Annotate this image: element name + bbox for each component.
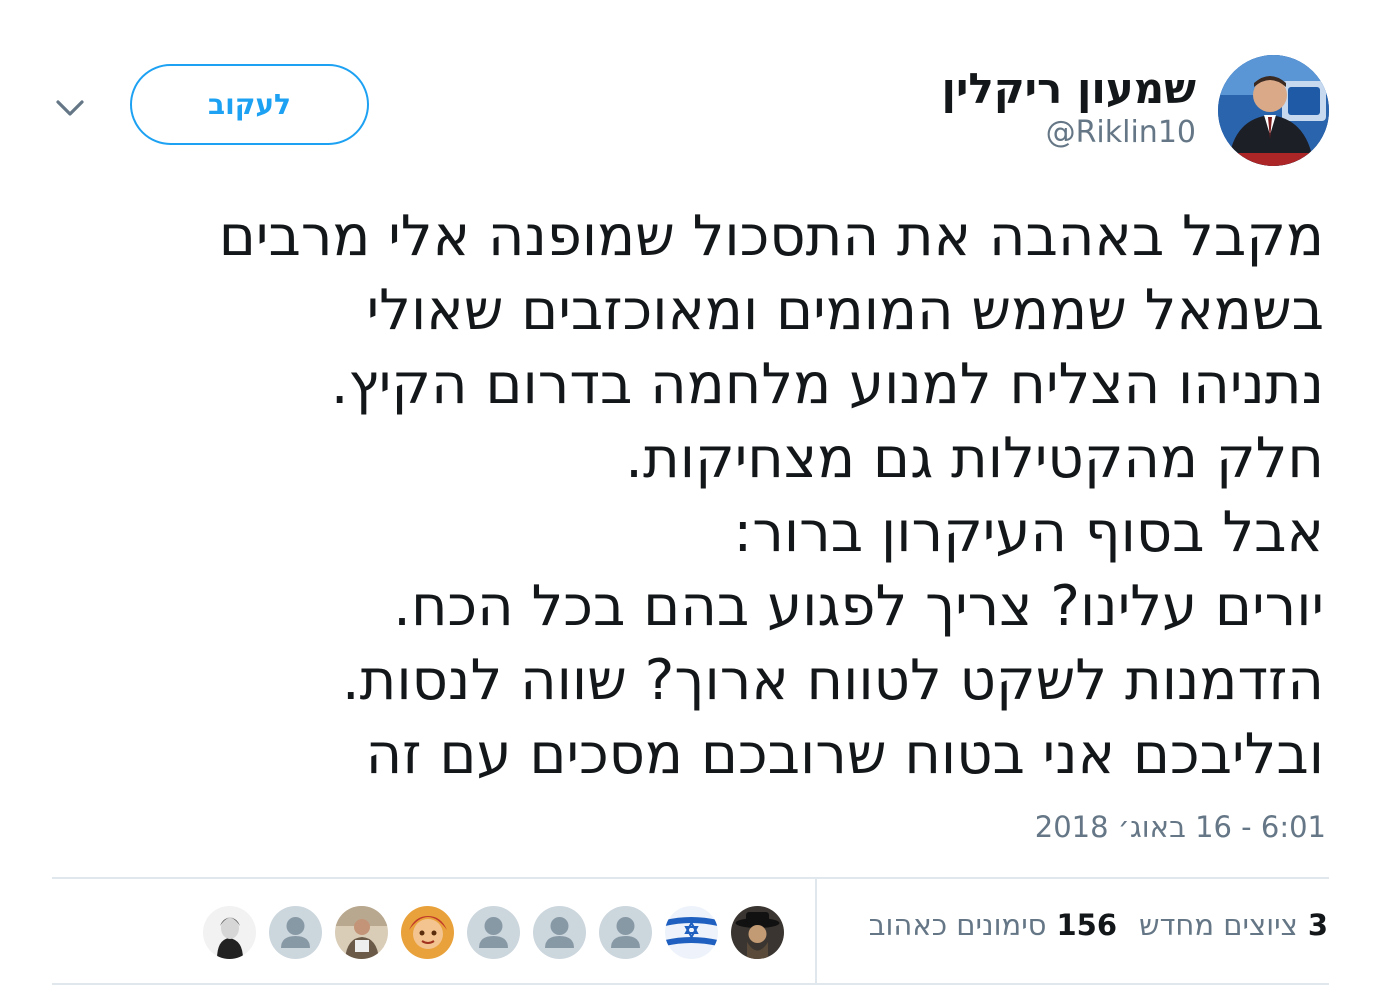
default-avatar-icon <box>533 906 586 959</box>
liker-avatar[interactable] <box>203 906 256 959</box>
liker-avatar[interactable] <box>269 906 322 959</box>
likes-stat[interactable]: 156 סימונים כאהוב <box>869 908 1117 942</box>
liker-avatar[interactable] <box>533 906 586 959</box>
retweets-stat[interactable]: 3 ציוצים מחדש <box>1139 908 1328 942</box>
user-handle[interactable]: @Riklin10 <box>1046 115 1196 150</box>
tweet-line: הזדמנות לשקט לטווח ארוך? שווה לנסות. <box>341 648 1324 713</box>
person-photo <box>335 906 388 959</box>
tweet-line: אבל בסוף העיקרון ברור: <box>733 500 1324 565</box>
default-avatar-icon <box>467 906 520 959</box>
liker-avatars <box>203 906 784 960</box>
liker-avatar[interactable] <box>731 906 784 959</box>
liker-avatar[interactable] <box>665 906 718 959</box>
stats-separator <box>815 879 817 983</box>
default-avatar-icon <box>599 906 652 959</box>
profile-avatar[interactable] <box>1218 55 1329 166</box>
display-name[interactable]: שמעון ריקלין <box>942 64 1196 113</box>
default-avatar-icon <box>269 906 322 959</box>
profile-photo <box>1218 55 1329 166</box>
likes-label: סימונים כאהוב <box>868 908 1047 942</box>
follow-button[interactable]: לעקוב <box>130 64 369 145</box>
liker-avatar[interactable] <box>599 906 652 959</box>
bw-portrait-photo <box>203 906 256 959</box>
stats-divider-bottom <box>52 983 1329 985</box>
likes-count: 156 <box>1056 908 1118 942</box>
cartoon-face-photo <box>401 906 454 959</box>
tweet-line: יורים עלינו? צריך לפגוע בהם בכל הכח. <box>393 574 1324 639</box>
tweet-line: מקבל באהבה את התסכול שמופנה אלי מרבים <box>218 204 1324 269</box>
stats-divider-top <box>52 877 1329 879</box>
israel-flag-icon <box>665 906 718 959</box>
retweets-count: 3 <box>1307 908 1328 942</box>
tweet-line: בשמאל שממש המומים ומאוכזבים שאולי <box>366 278 1324 343</box>
liker-avatar[interactable] <box>401 906 454 959</box>
tweet-timestamp[interactable]: 6:01 - 16 באוג׳ 2018 <box>1035 810 1326 844</box>
tweet-stats: 3 ציוצים מחדש 156 סימונים כאהוב <box>847 908 1328 942</box>
liker-avatar[interactable] <box>335 906 388 959</box>
chevron-down-icon[interactable] <box>52 92 88 124</box>
hat-man-photo <box>731 906 784 959</box>
tweet-line: ובליבכם אני בטוח שרובכם מסכים עם זה <box>365 722 1324 787</box>
retweets-label: ציוצים מחדש <box>1139 908 1298 942</box>
liker-avatar[interactable] <box>467 906 520 959</box>
tweet-line: נתניהו הצליח למנוע מלחמה בדרום הקיץ. <box>330 352 1324 417</box>
tweet-line: חלק מהקטילות גם מצחיקות. <box>625 426 1324 491</box>
tweet-text: מקבל באהבה את התסכול שמופנה אלי מרבים בש… <box>74 200 1324 792</box>
